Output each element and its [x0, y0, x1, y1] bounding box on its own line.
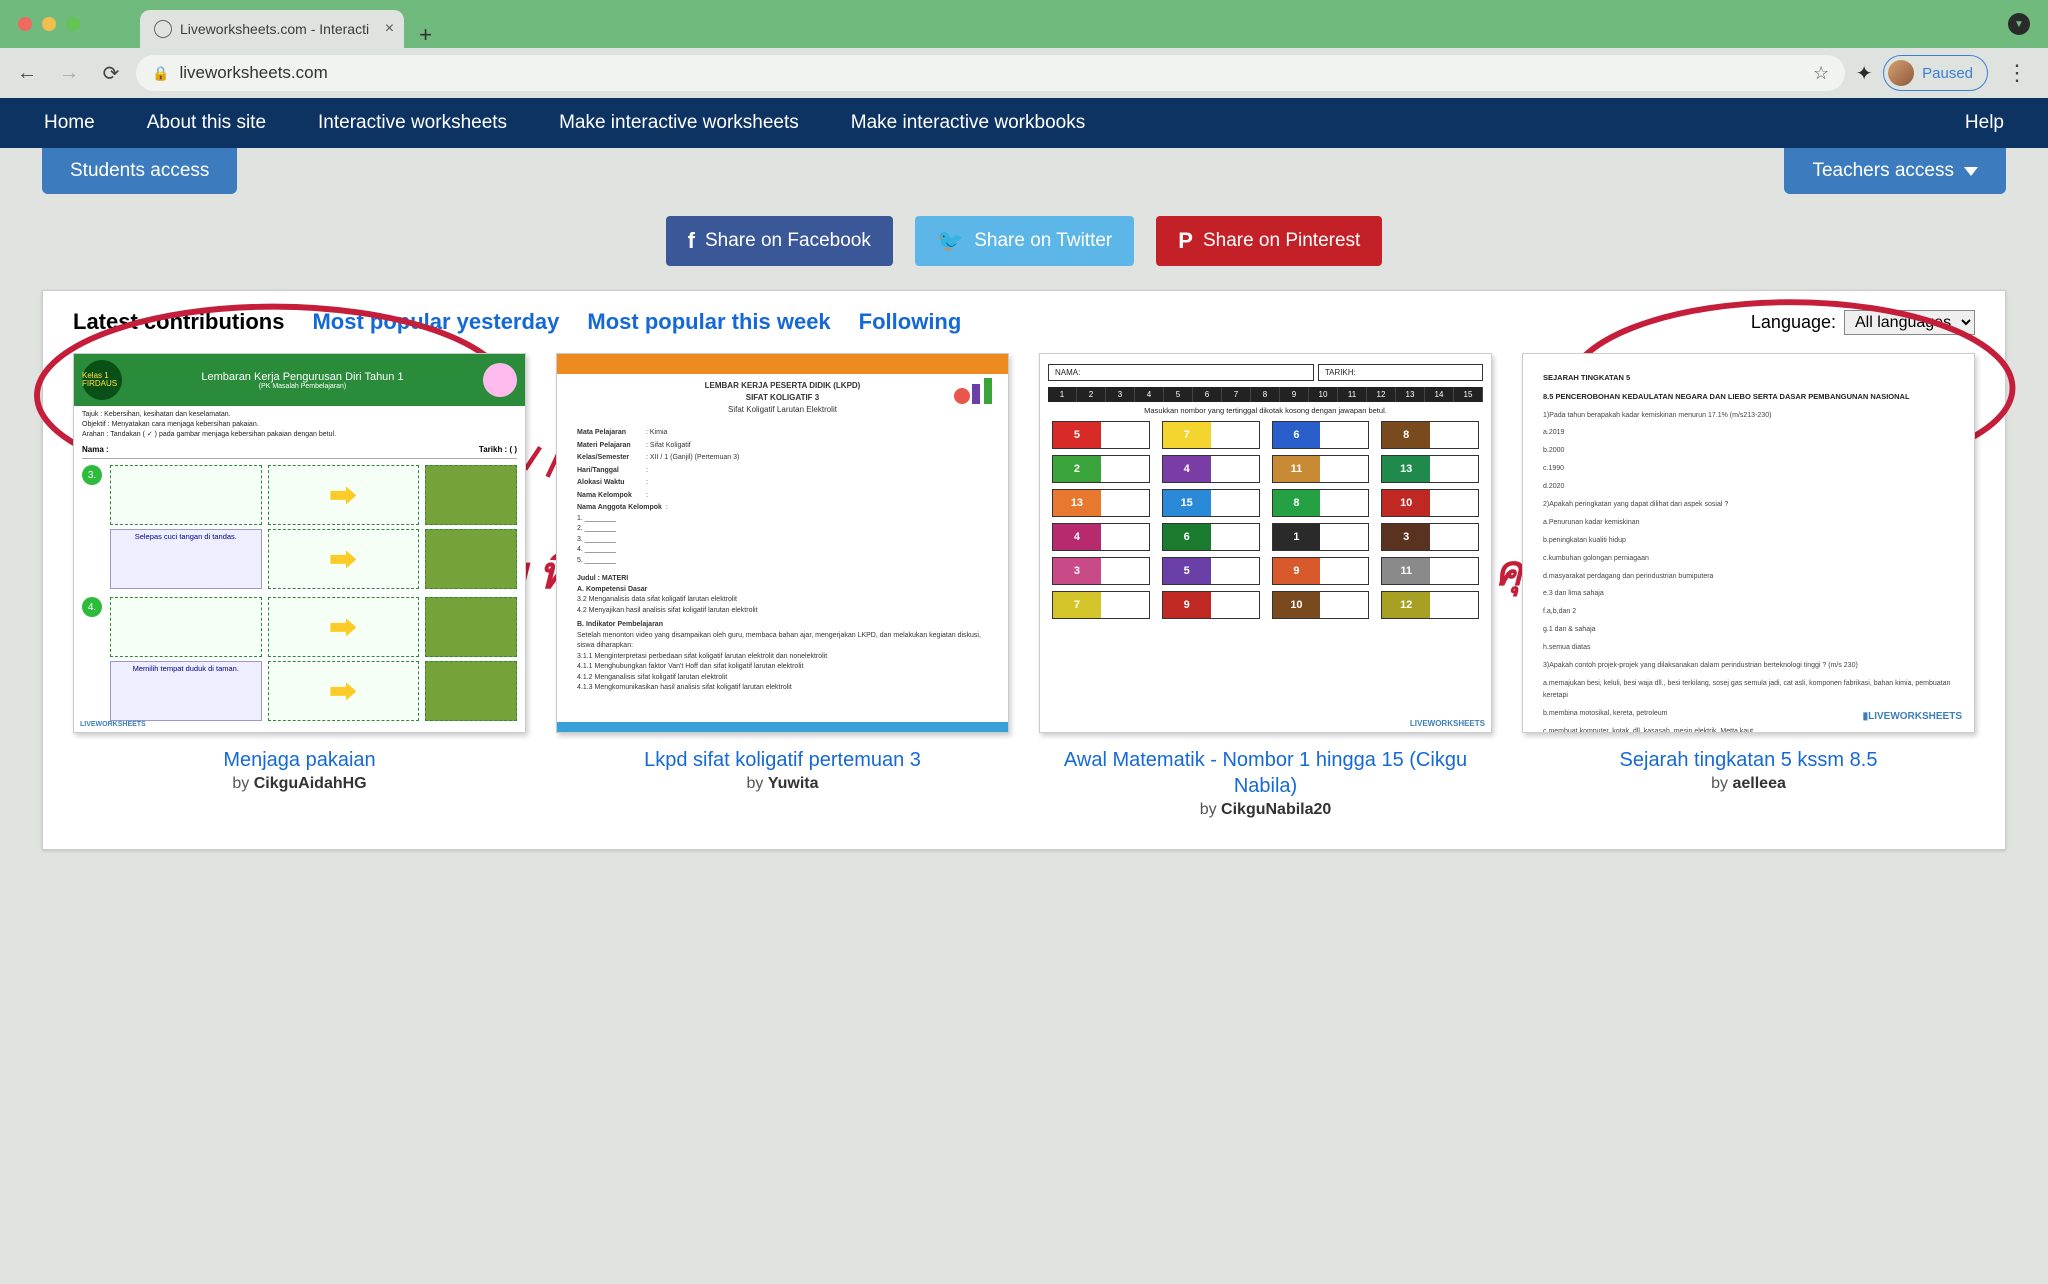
nav-home[interactable]: Home: [18, 112, 121, 134]
students-access-button[interactable]: Students access: [42, 148, 237, 194]
tab-title: Liveworksheets.com - Interacti: [180, 21, 369, 37]
profile-button[interactable]: Paused: [1883, 55, 1988, 91]
share-row: f Share on Facebook 🐦 Share on Twitter P…: [0, 216, 2048, 266]
card-byline: by CikguNabila20: [1200, 801, 1332, 819]
tab-popular-week[interactable]: Most popular this week: [587, 309, 830, 335]
main-container: Latest contributions Most popular yester…: [42, 290, 2006, 850]
cards-grid: Kelas 1 FIRDAUS Lembaran Kerja Pengurusa…: [73, 353, 1975, 819]
tab-latest[interactable]: Latest contributions: [73, 309, 284, 335]
card-byline: by aelleea: [1711, 775, 1786, 793]
content-tabs: Latest contributions Most popular yester…: [73, 309, 1975, 335]
tab-following[interactable]: Following: [859, 309, 962, 335]
address-row: ← → ⟳ 🔒 liveworksheets.com ☆ ✦ Paused ⋮: [0, 48, 2048, 98]
facebook-icon: f: [688, 228, 695, 254]
card-title[interactable]: Awal Matematik - Nombor 1 hingga 15 (Cik…: [1039, 747, 1492, 799]
back-button[interactable]: ←: [10, 56, 44, 90]
tab-popular-yesterday[interactable]: Most popular yesterday: [312, 309, 559, 335]
language-selector: Language: All languages: [1751, 310, 1975, 335]
card-title[interactable]: Lkpd sifat koligatif pertemuan 3: [644, 747, 921, 773]
worksheet-thumbnail[interactable]: LEMBAR KERJA PESERTA DIDIK (LKPD) SIFAT …: [556, 353, 1009, 733]
nav-make-wb[interactable]: Make interactive workbooks: [825, 112, 1111, 134]
teachers-access-button[interactable]: Teachers access: [1784, 148, 2006, 194]
maximize-window-icon[interactable]: [66, 17, 80, 31]
profile-status: Paused: [1922, 65, 1973, 82]
window-controls: [18, 17, 80, 31]
card-title[interactable]: Menjaga pakaian: [223, 747, 375, 773]
nav-about[interactable]: About this site: [121, 112, 292, 134]
twitter-icon: 🐦: [937, 228, 964, 254]
extensions-icon[interactable]: ✦: [1853, 62, 1875, 84]
bookmark-icon[interactable]: ☆: [1813, 63, 1829, 84]
worksheet-thumbnail[interactable]: SEJARAH TINGKATAN 58.5 PENCEROBOHAN KEDA…: [1522, 353, 1975, 733]
worksheet-card: Kelas 1 FIRDAUS Lembaran Kerja Pengurusa…: [73, 353, 526, 819]
chrome-menu-icon[interactable]: ⋮: [1996, 60, 2038, 86]
card-title[interactable]: Sejarah tingkatan 5 kssm 8.5: [1620, 747, 1878, 773]
worksheet-thumbnail[interactable]: NAMA:TARIKH: 123456789101112131415 Masuk…: [1039, 353, 1492, 733]
chrome-dropdown-icon[interactable]: ▼: [2008, 13, 2030, 35]
worksheet-thumbnail[interactable]: Kelas 1 FIRDAUS Lembaran Kerja Pengurusa…: [73, 353, 526, 733]
reload-button[interactable]: ⟳: [94, 56, 128, 90]
new-tab-button[interactable]: +: [419, 22, 432, 48]
chevron-down-icon: [1964, 167, 1978, 176]
avatar-icon: [1888, 60, 1914, 86]
card-byline: by CikguAidahHG: [232, 775, 366, 793]
nav-help[interactable]: Help: [1939, 112, 2030, 134]
url-text: liveworksheets.com: [179, 63, 1803, 83]
share-twitter-button[interactable]: 🐦 Share on Twitter: [915, 216, 1134, 266]
card-byline: by Yuwita: [746, 775, 818, 793]
globe-icon: [154, 20, 172, 38]
nav-interactive-ws[interactable]: Interactive worksheets: [292, 112, 533, 134]
language-dropdown[interactable]: All languages: [1844, 310, 1975, 335]
language-label: Language:: [1751, 312, 1836, 333]
main-nav: Home About this site Interactive workshe…: [0, 98, 2048, 148]
minimize-window-icon[interactable]: [42, 17, 56, 31]
browser-tab[interactable]: Liveworksheets.com - Interacti ×: [140, 10, 404, 48]
pinterest-icon: P: [1178, 228, 1193, 254]
worksheet-card: LEMBAR KERJA PESERTA DIDIK (LKPD) SIFAT …: [556, 353, 1009, 819]
access-row: Students access Teachers access: [0, 148, 2048, 198]
nav-make-ws[interactable]: Make interactive worksheets: [533, 112, 825, 134]
worksheet-card: SEJARAH TINGKATAN 58.5 PENCEROBOHAN KEDA…: [1522, 353, 1975, 819]
address-bar[interactable]: 🔒 liveworksheets.com ☆: [136, 55, 1845, 91]
worksheet-card: NAMA:TARIKH: 123456789101112131415 Masuk…: [1039, 353, 1492, 819]
lock-icon: 🔒: [152, 65, 169, 82]
share-pinterest-button[interactable]: P Share on Pinterest: [1156, 216, 1382, 266]
forward-button[interactable]: →: [52, 56, 86, 90]
close-window-icon[interactable]: [18, 17, 32, 31]
browser-chrome: Liveworksheets.com - Interacti × + ▼ ← →…: [0, 0, 2048, 98]
close-tab-icon[interactable]: ×: [385, 20, 394, 38]
share-facebook-button[interactable]: f Share on Facebook: [666, 216, 893, 266]
